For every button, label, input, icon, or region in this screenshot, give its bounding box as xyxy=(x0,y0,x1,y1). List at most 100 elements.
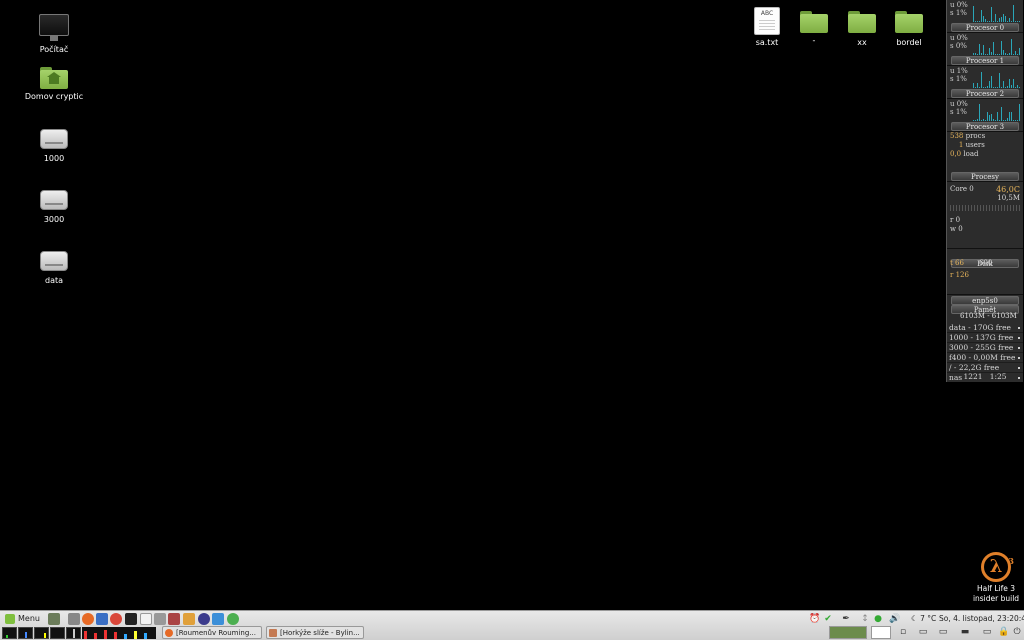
show-desktop-icon[interactable] xyxy=(48,613,60,625)
graph-spike xyxy=(995,54,996,55)
workspace-1[interactable] xyxy=(829,626,867,639)
task-label: [Horkýže slíže - Bylin... xyxy=(280,629,360,637)
procs-label: procs xyxy=(965,132,986,140)
cpu-block: u 1% s 1% Procesor 2 xyxy=(947,66,1023,99)
sensors-block: Core 0 46,0C 10,5M r 0 w 0 xyxy=(947,185,1023,249)
graph-spike xyxy=(1013,5,1014,22)
firefox-icon[interactable] xyxy=(82,613,94,625)
graph-spike xyxy=(1017,54,1018,55)
users-row: 1 users xyxy=(947,141,1023,150)
graph-spike xyxy=(1007,118,1008,121)
cpu-title: Procesor 3 xyxy=(951,122,1019,131)
pen-icon[interactable]: ✒ xyxy=(841,614,851,624)
load-row: 0,0 load xyxy=(947,150,1023,159)
volume-icon[interactable]: 🔊 xyxy=(889,614,900,624)
editor-icon[interactable] xyxy=(140,613,152,625)
task-label: [Roumenův Rouming... xyxy=(176,629,256,637)
graph-spike xyxy=(1005,87,1006,88)
graph-spike xyxy=(999,120,1000,121)
graph-spike xyxy=(1019,104,1020,121)
network-mini-graph xyxy=(34,627,49,639)
users-count: 1 xyxy=(958,141,964,149)
task-button[interactable]: [Roumenův Rouming... xyxy=(162,626,262,639)
graph-spike xyxy=(1011,112,1012,121)
graph-spike xyxy=(1013,54,1014,55)
weather-readout[interactable]: ☾ 7 °C xyxy=(911,613,936,625)
chrome-icon[interactable] xyxy=(110,613,122,625)
graph-spike xyxy=(1003,14,1004,22)
globe-icon[interactable] xyxy=(227,613,239,625)
graph-spike xyxy=(1015,120,1016,121)
graph-spike xyxy=(1011,39,1012,55)
graph-spike xyxy=(983,119,984,121)
graph-spike xyxy=(1009,112,1010,121)
clock[interactable]: So, 4. listopad, 23:20:42 xyxy=(939,613,1024,625)
alarm-clock-icon[interactable]: ⏰ xyxy=(809,614,820,624)
desktop-icon-computer[interactable]: Počítač xyxy=(14,14,94,54)
mem-value: 10,5M xyxy=(997,194,1020,202)
graph-spike xyxy=(991,76,992,88)
graph-spike xyxy=(1017,120,1018,121)
lock-icon[interactable]: 🔒 xyxy=(998,627,1009,637)
disk-t: t 66 xyxy=(950,259,964,267)
graph-spike xyxy=(1009,18,1010,22)
desktop-icon-drive-1000[interactable]: 1000 xyxy=(14,129,94,163)
window-list-icon[interactable]: ▭ xyxy=(918,627,928,637)
calculator-icon[interactable] xyxy=(154,613,166,625)
desktop-icon-drive-data[interactable]: data xyxy=(14,251,94,285)
notification-icon[interactable]: ● xyxy=(873,614,883,624)
graph-spike xyxy=(999,18,1000,22)
terminal-icon[interactable] xyxy=(125,613,137,625)
task-button[interactable]: [Horkýže slíže - Bylin... xyxy=(266,626,364,639)
graph-spike xyxy=(997,21,998,22)
desktop-icon-home[interactable]: Domov cryptic xyxy=(14,67,94,101)
desktop-icon-label: Počítač xyxy=(39,45,69,54)
cpu-user-load: u 0% xyxy=(950,34,968,42)
graph-spike xyxy=(1015,51,1016,55)
graph-spike xyxy=(975,53,976,55)
graph-spike xyxy=(1005,16,1006,22)
desktop-icon-drive-3000[interactable]: 3000 xyxy=(14,190,94,224)
graph-spike xyxy=(1003,120,1004,121)
power-icon[interactable]: ⏻ xyxy=(1012,627,1022,637)
image-viewer-icon[interactable] xyxy=(183,613,195,625)
mail-icon[interactable] xyxy=(212,613,224,625)
window-minimize-icon[interactable]: ▬ xyxy=(960,627,970,637)
keepass-icon[interactable] xyxy=(198,613,210,625)
graph-spike xyxy=(977,83,978,88)
window-tile-icon[interactable]: ▫ xyxy=(898,627,908,637)
desktop-icon-half-life-3[interactable]: λ 3 Half Life 3 insider build xyxy=(968,552,1024,604)
cpu-title: Procesor 1 xyxy=(951,56,1019,65)
graph-spike xyxy=(977,119,978,121)
procs-row: 538 procs xyxy=(947,132,1023,141)
window-restore-icon[interactable]: ▭ xyxy=(982,627,992,637)
update-check-icon[interactable]: ✔ xyxy=(823,614,833,624)
graph-spike xyxy=(997,87,998,88)
game-title: Half Life 3 xyxy=(976,584,1016,593)
temp-label: Core 0 xyxy=(950,185,974,193)
load-label: load xyxy=(963,150,979,158)
files-icon[interactable] xyxy=(68,613,80,625)
cpu-title: Procesor 2 xyxy=(951,89,1019,98)
media-player-icon[interactable] xyxy=(168,613,180,625)
cpu-graph xyxy=(973,37,1020,55)
graph-spike xyxy=(1013,120,1014,121)
graph-spike xyxy=(1005,120,1006,121)
graph-spike xyxy=(987,21,988,22)
graph-spike xyxy=(973,83,974,88)
thunderbird-icon[interactable] xyxy=(96,613,108,625)
window-maximize-icon[interactable]: ▭ xyxy=(938,627,948,637)
cpu-block: u 0% s 0% Procesor 1 xyxy=(947,33,1023,66)
workspace-2[interactable] xyxy=(871,626,891,639)
graph-spike xyxy=(1009,79,1010,88)
cpu-title: Procesor 0 xyxy=(951,23,1019,32)
cpu-user-load: u 1% xyxy=(950,67,968,75)
menu-button[interactable]: Menu xyxy=(2,612,46,626)
desktop-icon-folder-bordel[interactable]: bordel xyxy=(869,11,949,47)
mount-row: data - 170G free xyxy=(947,323,1023,333)
graph-spike xyxy=(995,14,996,22)
desktop-icon-label: 3000 xyxy=(43,215,65,224)
network-tray-icon[interactable]: ↕ xyxy=(860,614,870,624)
graph-spike xyxy=(1013,79,1014,88)
graph-spike xyxy=(985,120,986,121)
